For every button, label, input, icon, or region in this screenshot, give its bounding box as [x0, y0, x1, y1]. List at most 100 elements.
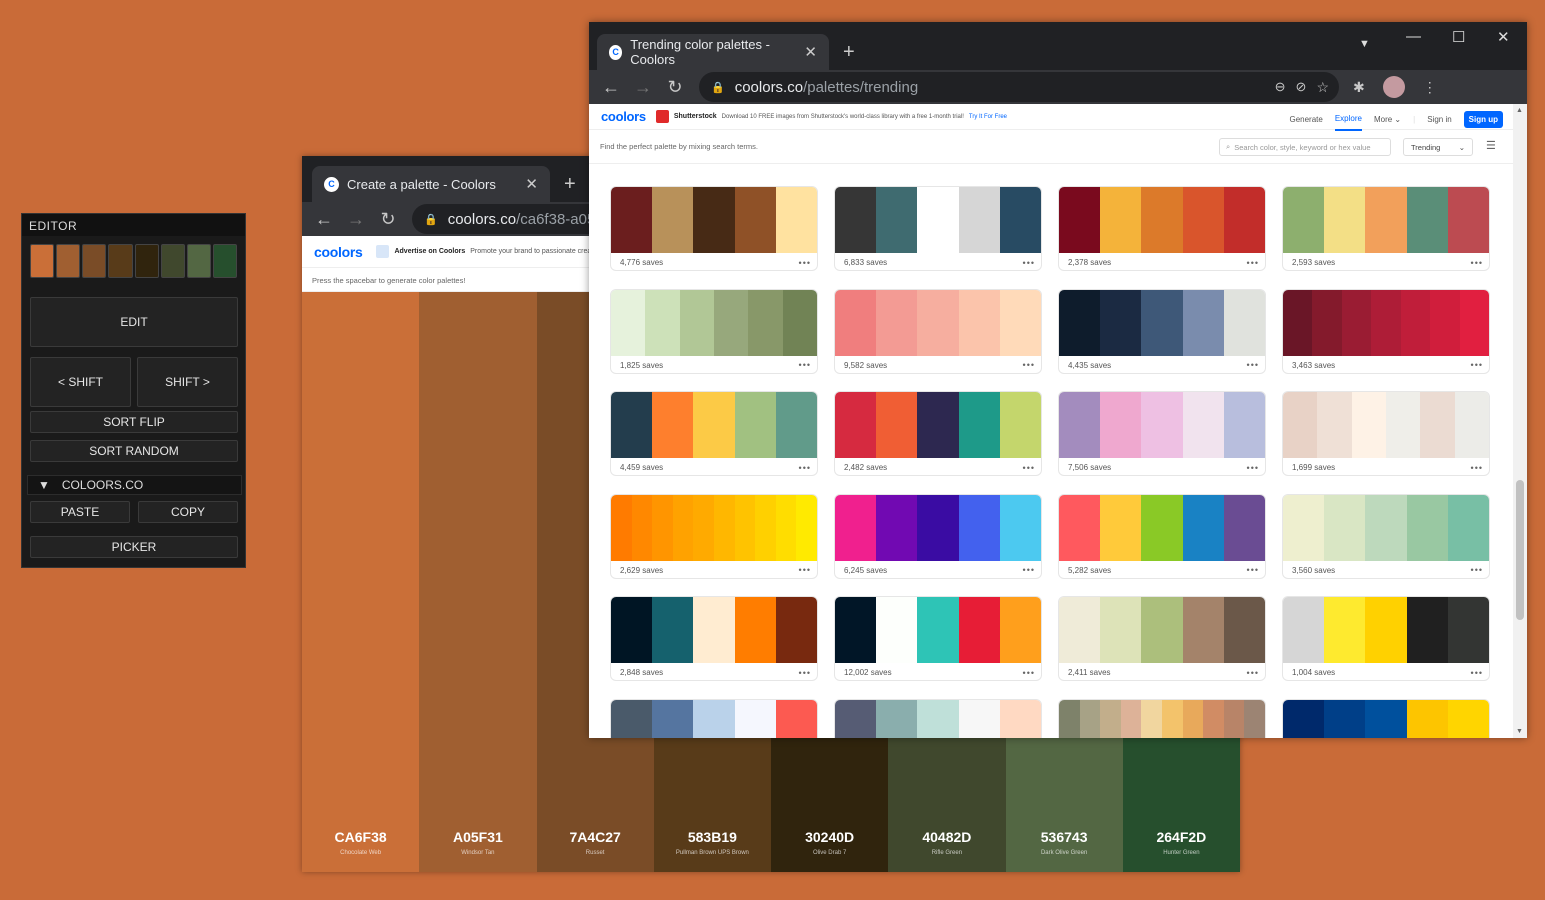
palette-swatch[interactable] [611, 289, 646, 356]
palette-swatch[interactable] [835, 699, 877, 738]
copy-button[interactable]: COPY [138, 501, 238, 523]
palette-swatch[interactable] [1223, 597, 1265, 663]
palette-color-bar[interactable] [1059, 699, 1265, 738]
more-options-icon[interactable]: ••• [1023, 565, 1035, 575]
palette-swatch[interactable] [693, 187, 735, 253]
palette-swatch[interactable] [1223, 392, 1265, 458]
palette-swatch[interactable] [835, 597, 877, 663]
palette-swatch[interactable] [1141, 597, 1183, 663]
palette-color-bar[interactable] [1059, 597, 1265, 663]
palette-swatch[interactable] [958, 289, 1000, 356]
palette-swatch[interactable] [1059, 699, 1080, 738]
more-options-icon[interactable]: ••• [1023, 360, 1035, 370]
coolors-section-toggle[interactable]: ▼ COLOORS.CO [27, 475, 242, 495]
palette-swatch[interactable] [775, 597, 817, 663]
palette-swatch[interactable] [999, 494, 1041, 561]
palette-card[interactable]: 2,482 saves ••• [834, 391, 1042, 476]
palette-card[interactable]: 2,378 saves ••• [1058, 186, 1266, 271]
palette-swatch[interactable] [1283, 597, 1325, 663]
palette-swatch[interactable] [652, 494, 673, 561]
palette-swatch[interactable] [693, 699, 735, 738]
palette-swatch[interactable] [1059, 289, 1101, 356]
palette-swatch[interactable] [1283, 187, 1325, 253]
color-hex-label[interactable]: A05F31 [453, 829, 503, 845]
color-hex-label[interactable]: 583B19 [688, 829, 737, 845]
palette-swatch[interactable] [611, 699, 653, 738]
scroll-thumb[interactable] [1516, 480, 1524, 620]
palette-swatch[interactable] [1244, 699, 1265, 738]
close-tab-icon[interactable]: ✕ [525, 175, 538, 193]
palette-swatch[interactable] [631, 494, 653, 561]
palette-card[interactable]: ••• [1058, 698, 1266, 738]
palette-swatch[interactable] [1430, 289, 1460, 356]
more-options-icon[interactable]: ••• [1471, 668, 1483, 678]
more-options-icon[interactable]: ••• [1471, 258, 1483, 268]
palette-card[interactable]: 4,435 saves ••• [1058, 288, 1266, 374]
palette-swatch[interactable] [734, 392, 776, 458]
palette-swatch[interactable] [876, 494, 918, 561]
palette-swatch[interactable] [1141, 699, 1162, 738]
palette-color-bar[interactable] [1283, 187, 1489, 253]
palette-swatch[interactable] [611, 187, 653, 253]
more-options-icon[interactable]: ••• [1471, 565, 1483, 575]
palette-swatch[interactable] [1283, 699, 1325, 738]
shift-left-button[interactable]: < SHIFT [30, 357, 131, 407]
paste-button[interactable]: PASTE [30, 501, 130, 523]
palette-swatch[interactable] [1223, 289, 1265, 356]
ad-banner[interactable]: Advertise on Coolors Promote your brand … [376, 245, 591, 258]
tab-create-palette[interactable]: C Create a palette - Coolors ✕ [312, 166, 550, 202]
palette-swatch[interactable] [1100, 597, 1142, 663]
palette-swatch[interactable] [1406, 597, 1448, 663]
palette-card[interactable]: ••• [610, 698, 818, 738]
palette-swatch[interactable] [917, 289, 959, 356]
palette-swatch[interactable] [1420, 392, 1455, 458]
nav-explore[interactable]: Explore [1334, 114, 1362, 131]
palette-color-bar[interactable] [835, 699, 1041, 738]
palette-swatch[interactable] [1223, 187, 1265, 253]
editor-swatch[interactable] [212, 244, 237, 278]
scroll-down-icon[interactable]: ▼ [1516, 728, 1523, 735]
more-options-icon[interactable]: ••• [1247, 565, 1259, 575]
reload-icon[interactable]: ↻ [372, 209, 404, 230]
editor-swatch[interactable] [82, 244, 107, 278]
palette-card[interactable]: 4,776 saves ••• [610, 186, 818, 271]
palette-swatch[interactable] [917, 187, 959, 253]
palette-swatch[interactable] [1120, 699, 1142, 738]
editor-swatch[interactable] [160, 244, 185, 278]
palette-color-bar[interactable] [1283, 494, 1489, 561]
more-options-icon[interactable]: ••• [1471, 463, 1483, 473]
palette-color-bar[interactable] [835, 289, 1041, 356]
palette-card[interactable]: 1,699 saves ••• [1282, 391, 1490, 476]
tab-trending-palettes[interactable]: C Trending color palettes - Coolors ✕ [597, 34, 829, 70]
editor-swatch[interactable] [186, 244, 211, 278]
palette-card[interactable]: 1,004 saves ••• [1282, 596, 1490, 681]
color-hex-label[interactable]: CA6F38 [335, 829, 387, 845]
palette-swatch[interactable] [1100, 187, 1142, 253]
palette-card[interactable]: 2,411 saves ••• [1058, 596, 1266, 681]
palette-card[interactable]: 7,506 saves ••• [1058, 391, 1266, 476]
more-options-icon[interactable]: ••• [799, 360, 811, 370]
palette-swatch[interactable] [652, 699, 694, 738]
palette-swatch[interactable] [734, 699, 776, 738]
more-options-icon[interactable]: ••• [1247, 668, 1259, 678]
scroll-up-icon[interactable]: ▲ [1516, 107, 1523, 114]
palette-swatch[interactable] [796, 494, 817, 561]
palette-swatch[interactable] [1223, 699, 1245, 738]
palette-color-bar[interactable] [1059, 494, 1265, 561]
palette-swatch[interactable] [1223, 494, 1265, 561]
palette-color-bar[interactable] [1283, 597, 1489, 663]
palette-swatch[interactable] [1317, 392, 1352, 458]
palette-color-bar[interactable] [835, 597, 1041, 663]
palette-swatch[interactable] [999, 699, 1041, 738]
palette-swatch[interactable] [1312, 289, 1342, 356]
bookmark-star-icon[interactable]: ☆ [1316, 79, 1329, 96]
more-options-icon[interactable]: ••• [799, 463, 811, 473]
zoom-icon[interactable]: ⊖ [1275, 79, 1286, 95]
palette-swatch[interactable] [1100, 699, 1121, 738]
palette-swatch[interactable] [999, 187, 1041, 253]
sort-select[interactable]: Trending ⌄ [1403, 138, 1473, 156]
palette-swatch[interactable] [1182, 289, 1224, 356]
palette-swatch[interactable] [1385, 392, 1421, 458]
palette-swatch[interactable] [1365, 494, 1407, 561]
palette-card[interactable]: 2,629 saves ••• [610, 493, 818, 579]
